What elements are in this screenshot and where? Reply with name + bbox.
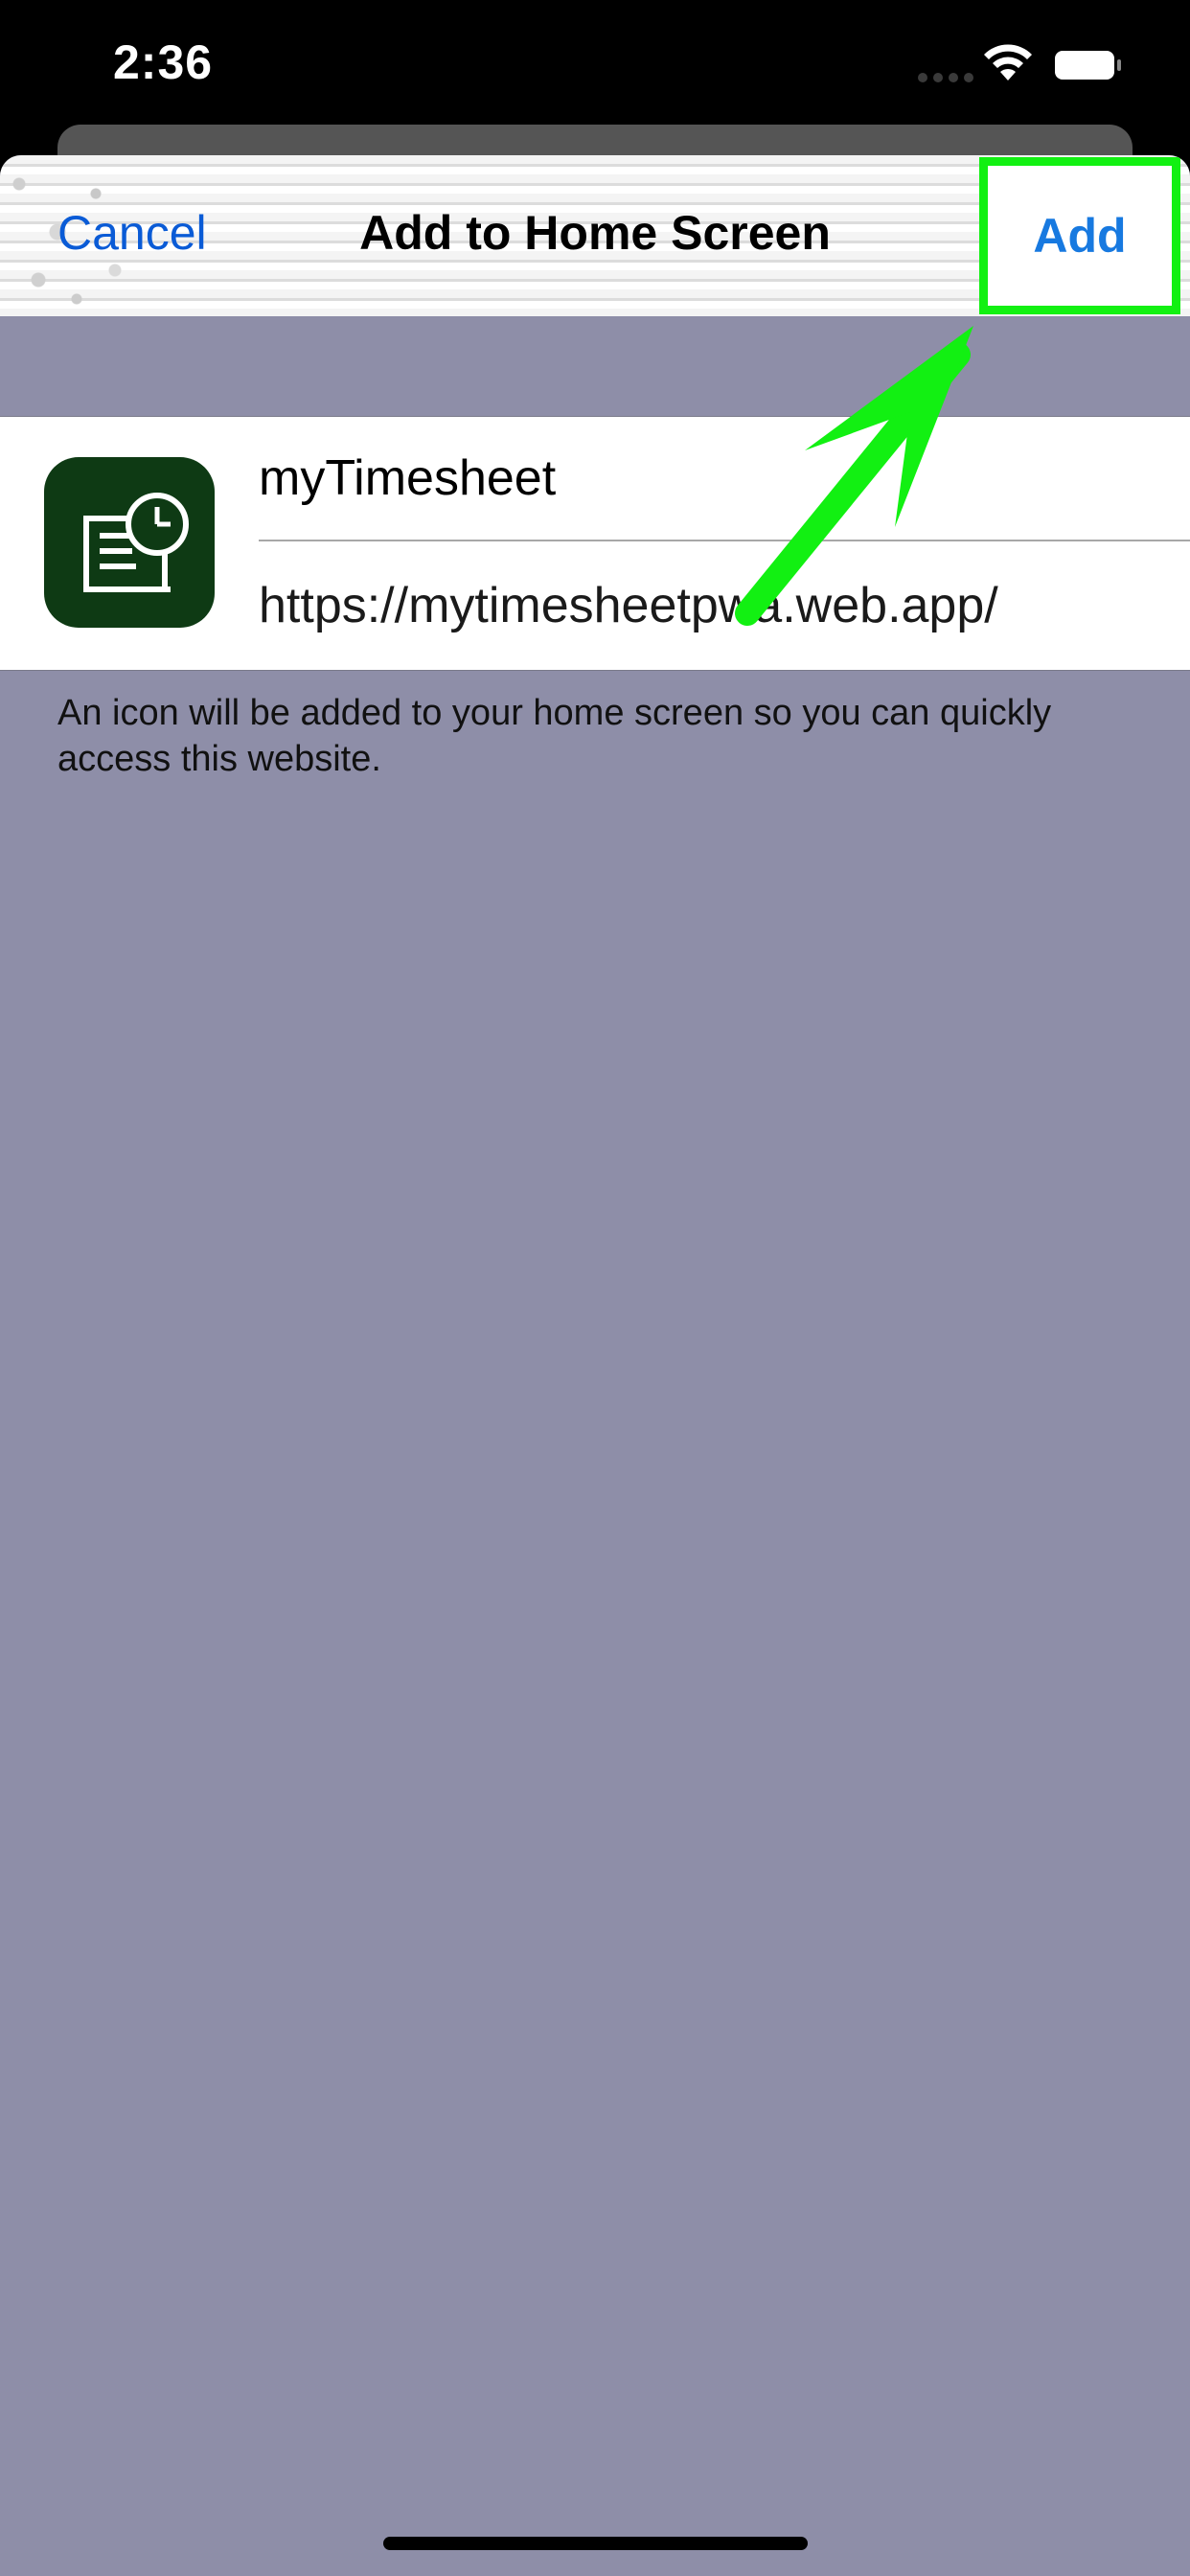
home-indicator bbox=[383, 2537, 808, 2550]
app-details-row: https://mytimesheetpwa.web.app/ bbox=[0, 416, 1190, 671]
app-name-field[interactable] bbox=[259, 417, 1190, 541]
battery-icon bbox=[1055, 51, 1121, 80]
cellular-signal-icon bbox=[918, 71, 975, 82]
timesheet-clock-icon bbox=[44, 457, 215, 628]
app-url: https://mytimesheetpwa.web.app/ bbox=[259, 578, 998, 633]
wifi-icon bbox=[984, 44, 1032, 80]
status-bar: 2:36 bbox=[0, 0, 1190, 125]
add-button-highlight: Add bbox=[979, 157, 1180, 314]
screen: 2:36 Cancel Add to Home Screen Add myTim… bbox=[0, 0, 1190, 2576]
nav-bar: Cancel Add to Home Screen Add bbox=[0, 155, 1190, 316]
add-button[interactable]: Add bbox=[988, 166, 1172, 306]
status-time: 2:36 bbox=[113, 35, 214, 89]
info-text: An icon will be added to your home scree… bbox=[57, 693, 1052, 779]
add-to-home-sheet: Cancel Add to Home Screen Add myTimeshee… bbox=[0, 155, 1190, 2576]
